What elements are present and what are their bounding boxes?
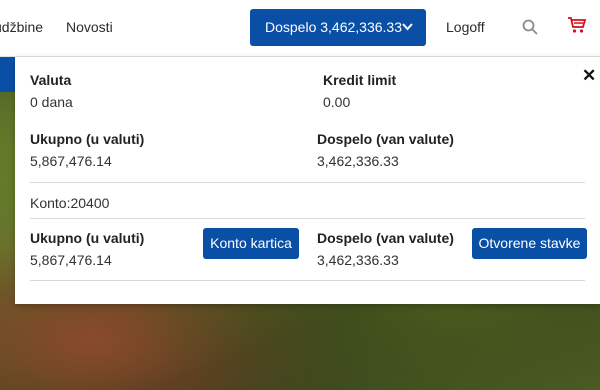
credit-limit-label: Kredit limit <box>323 72 397 88</box>
due-amount-label: Dospelo 3,462,336.33 <box>265 19 402 35</box>
account-due-label: Dospelo (van valute) <box>317 230 454 246</box>
logoff-link[interactable]: Logoff <box>446 19 485 35</box>
account-card-button[interactable]: Konto kartica <box>203 228 299 259</box>
close-icon[interactable]: ✕ <box>582 66 596 86</box>
due-amount-button[interactable]: Dospelo 3,462,336.33 <box>250 9 426 46</box>
total-value: 5,867,476.14 <box>30 153 112 169</box>
open-items-button[interactable]: Otvorene stavke <box>472 228 587 259</box>
account-dropdown-panel: ✕ Valuta 0 dana Kredit limit 0.00 Ukupno… <box>15 57 600 304</box>
due-value: 3,462,336.33 <box>317 153 399 169</box>
credit-limit-value: 0.00 <box>323 94 351 110</box>
account-due-value: 3,462,336.33 <box>317 252 399 268</box>
divider <box>30 182 585 183</box>
nav-accent-strip <box>0 57 15 92</box>
divider <box>30 218 585 219</box>
currency-value: 0 dana <box>30 94 73 110</box>
chevron-down-icon <box>402 9 413 61</box>
currency-label: Valuta <box>30 72 72 88</box>
cart-icon[interactable] <box>567 15 587 35</box>
nav-link-orders[interactable]: udžbine <box>0 19 43 35</box>
search-icon[interactable] <box>522 19 538 35</box>
nav-link-news[interactable]: Novosti <box>66 19 113 35</box>
account-total-value: 5,867,476.14 <box>30 252 112 268</box>
divider <box>30 280 585 281</box>
total-label: Ukupno (u valuti) <box>30 131 145 147</box>
account-total-label: Ukupno (u valuti) <box>30 230 145 246</box>
due-label: Dospelo (van valute) <box>317 131 454 147</box>
account-number: Konto:20400 <box>30 195 110 211</box>
top-navigation: udžbine Novosti Dospelo 3,462,336.33 Log… <box>0 0 600 57</box>
